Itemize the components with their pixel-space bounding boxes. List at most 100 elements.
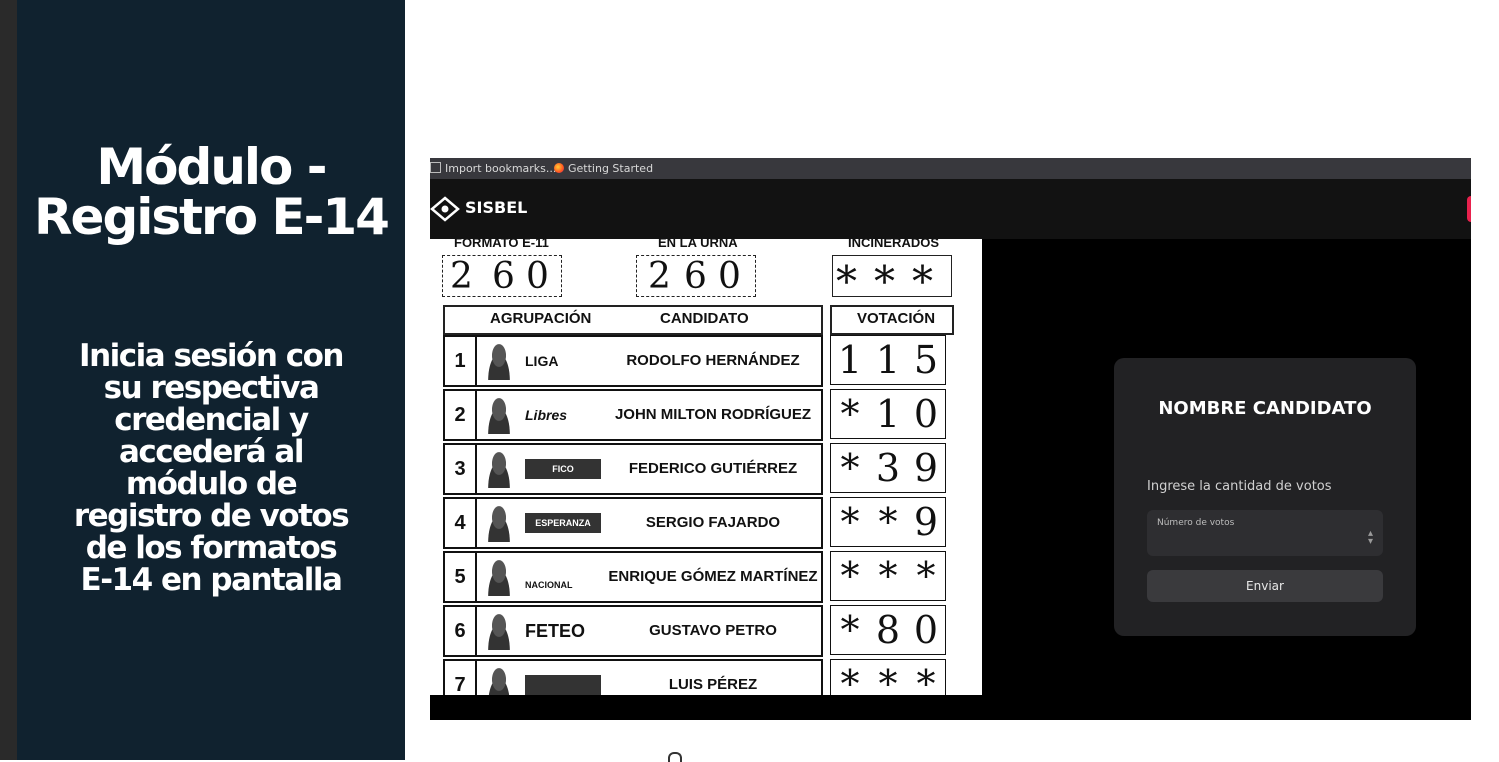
header-votacion: VOTACIÓN [857, 310, 936, 327]
app-header: SISBEL [430, 179, 1471, 239]
bookmark-import[interactable]: Import bookmarks... [430, 158, 556, 179]
vote-cell: * 1 0 [830, 389, 946, 439]
vote-cell: 1 1 5 [830, 335, 946, 385]
candidate-photo [484, 452, 514, 488]
urna-digit: 6 [684, 256, 707, 297]
left-edge-strip [0, 0, 17, 760]
e14-form-image: FORMATO E-11 EN LA URNA INCINERADOS 2 6 … [430, 239, 982, 695]
vote-digit: 3 [875, 446, 901, 490]
vote-digit: 9 [913, 500, 939, 544]
party-logo: NACIONAL [525, 580, 573, 590]
vote-digit: 9 [913, 446, 939, 490]
row-number: 4 [445, 499, 477, 547]
vote-digit: * [840, 608, 860, 652]
header-incinerados: INCINERADOS [848, 239, 940, 250]
candidate-row: 4 ESPERANZA SERGIO FAJARDO [443, 497, 823, 549]
formato-digit: 6 [492, 256, 515, 297]
bookmark-import-label: Import bookmarks... [445, 162, 557, 175]
candidate-name: GUSTAVO PETRO [649, 622, 777, 639]
row-number: 3 [445, 445, 477, 493]
vote-digit: 1 [875, 392, 901, 436]
incinerados-mark: * [836, 257, 857, 306]
vote-cell: * * 9 [830, 497, 946, 547]
party-logo: ESPERANZA [525, 513, 601, 533]
vote-digit: * [840, 662, 860, 695]
candidate-name: FEDERICO GUTIÉRREZ [628, 460, 798, 477]
candidate-name-title: NOMBRE CANDIDATO [1158, 398, 1372, 419]
urna-digit: 2 [648, 256, 671, 297]
vote-digit: 5 [913, 338, 939, 382]
incinerados-mark: * [912, 257, 933, 306]
party-logo: FETEO [525, 621, 586, 641]
candidate-photo [484, 668, 514, 695]
slide-title: Módulo - Registro E-14 [17, 142, 405, 242]
vote-digit: * [878, 662, 898, 695]
vote-digit: * [916, 554, 936, 598]
vote-cell: * * * [830, 659, 946, 695]
row-number: 7 [445, 661, 477, 695]
candidate-name: ENRIQUE GÓMEZ MARTÍNEZ [608, 568, 818, 585]
header-formato: FORMATO E-11 [454, 239, 549, 250]
sisbel-logo-icon[interactable] [430, 196, 460, 222]
vote-digit: 1 [875, 338, 901, 382]
party-logo [525, 675, 601, 695]
candidate-photo [484, 560, 514, 596]
vote-cell: * 3 9 [830, 443, 946, 493]
votes-number-input[interactable]: Número de votos ▴ ▾ [1147, 510, 1383, 556]
header-urna: EN LA URNA [658, 239, 738, 250]
row-number: 6 [445, 607, 477, 655]
vote-digit: * [840, 554, 860, 598]
urna-digit: 0 [718, 256, 741, 297]
party-logo: LIGA [525, 353, 559, 369]
submit-button[interactable]: Enviar [1147, 570, 1383, 602]
bookmark-getting-started[interactable]: Getting Started [554, 158, 653, 179]
vote-digit: * [916, 662, 936, 695]
candidate-row: 1 LIGA RODOLFO HERNÁNDEZ [443, 335, 823, 387]
vote-digit: * [840, 392, 860, 436]
slide-title-line-1: Módulo - [96, 138, 327, 196]
row-number: 2 [445, 391, 477, 439]
party-logo: Libres [525, 407, 568, 423]
vote-cell: * 8 0 [830, 605, 946, 655]
vote-digit: 8 [875, 608, 901, 652]
candidate-name: SERGIO FAJARDO [645, 514, 781, 531]
partial-glyph [668, 752, 682, 762]
vote-digit: 0 [913, 608, 939, 652]
app-screenshot: Import bookmarks... Getting Started SISB… [430, 158, 1471, 720]
slide-title-line-2: Registro E-14 [34, 188, 390, 246]
candidate-row: 5 NACIONAL ENRIQUE GÓMEZ MARTÍNEZ [443, 551, 823, 603]
bookmark-getting-started-label: Getting Started [568, 162, 654, 175]
firefox-icon [554, 163, 564, 173]
candidate-name: RODOLFO HERNÁNDEZ [626, 352, 800, 369]
votes-label: Ingrese la cantidad de votos [1147, 479, 1332, 494]
row-number: 1 [445, 337, 477, 385]
brand-name[interactable]: SISBEL [465, 198, 527, 217]
candidate-photo [484, 398, 514, 434]
candidate-row: 7 LUIS PÉREZ [443, 659, 823, 695]
candidate-row: 2 Libres JOHN MILTON RODRÍGUEZ [443, 389, 823, 441]
formato-digit: 0 [526, 256, 549, 297]
slide-description: Inicia sesión con su respectiva credenci… [73, 338, 350, 598]
formato-digit: 2 [450, 256, 473, 297]
votes-input-placeholder: Número de votos [1157, 518, 1235, 528]
vote-digit: * [840, 500, 860, 544]
header-action-tab[interactable] [1467, 196, 1471, 222]
candidate-row: 3 FICO FEDERICO GUTIÉRREZ [443, 443, 823, 495]
vote-digit: 1 [837, 338, 863, 382]
incinerados-mark: * [874, 257, 895, 306]
candidate-name: LUIS PÉREZ [668, 676, 758, 693]
import-icon [430, 162, 441, 173]
row-number: 5 [445, 553, 477, 601]
number-stepper-icon[interactable]: ▴ ▾ [1368, 529, 1373, 547]
candidate-photo [484, 344, 514, 380]
candidate-name: JOHN MILTON RODRÍGUEZ [614, 406, 812, 423]
candidate-photo [484, 506, 514, 542]
candidate-photo [484, 614, 514, 650]
bookmarks-bar: Import bookmarks... Getting Started [430, 158, 1471, 179]
vote-digit: * [840, 446, 860, 490]
party-logo: FICO [525, 459, 601, 479]
header-agrupacion: AGRUPACIÓN [490, 310, 592, 327]
vote-cell: * * * [830, 551, 946, 601]
vote-digit: 0 [913, 392, 939, 436]
vote-digit: * [878, 500, 898, 544]
